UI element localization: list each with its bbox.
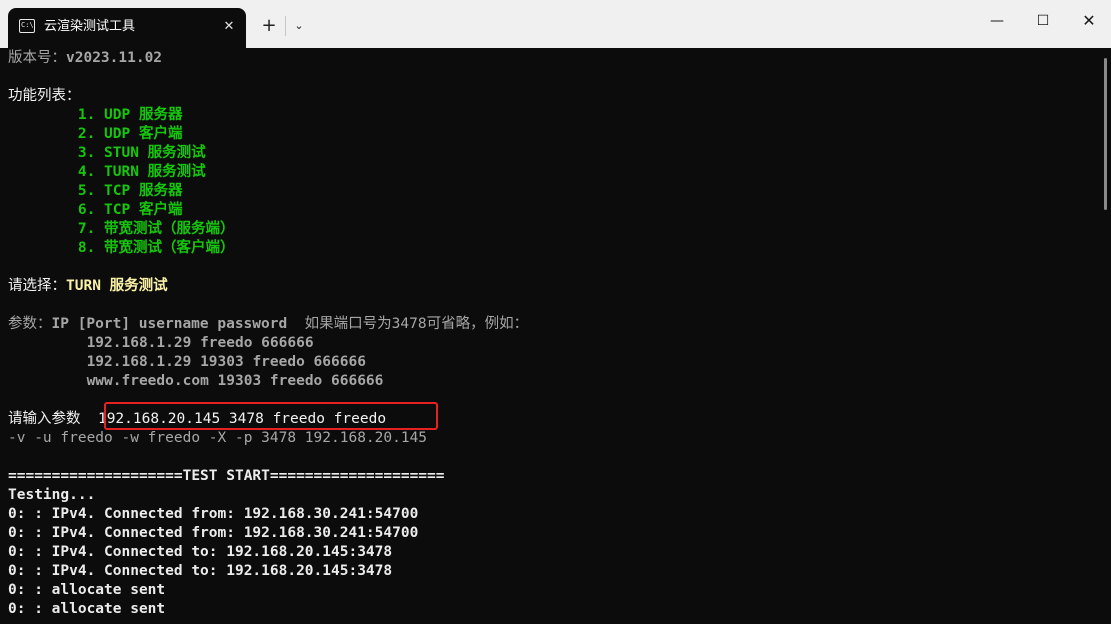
log-line: Testing... — [8, 487, 96, 503]
tab-divider — [285, 16, 286, 36]
test-separator: ====================TEST START==========… — [8, 468, 445, 484]
menu-item: 6. TCP 客户端 — [77, 202, 183, 218]
menu-item: 8. 带宽测试（客户端） — [77, 240, 235, 256]
terminal-window: C:\ 云渲染测试工具 ✕ + ⌄ — ☐ ✕ 版本号：v2023.11.02 … — [0, 0, 1111, 624]
terminal-icon: C:\ — [19, 19, 35, 33]
maximize-button[interactable]: ☐ — [1020, 0, 1066, 42]
log-line: 0: : IPv4. Connected from: 192.168.30.24… — [8, 525, 419, 541]
log-line: 0: : IPv4. Connected to: 192.168.20.145:… — [8, 563, 393, 579]
log-line: 0: : IPv4. Connected from: 192.168.30.24… — [8, 506, 419, 522]
command-echo: -v -u freedo -w freedo -X -p 3478 192.16… — [8, 430, 428, 446]
log-line: 0: : allocate sent — [8, 601, 166, 617]
close-tab-icon[interactable]: ✕ — [218, 16, 240, 38]
close-window-button[interactable]: ✕ — [1066, 0, 1111, 42]
menu-item: 2. UDP 客户端 — [77, 126, 183, 142]
menu-item: 5. TCP 服务器 — [77, 183, 183, 199]
version-line: 版本号：v2023.11.02 — [8, 50, 163, 66]
params-line: 参数：IP [Port] username password 如果端口号为347… — [8, 316, 529, 332]
menu-item: 3. STUN 服务测试 — [77, 145, 206, 161]
choice-value: TURN 服务测试 — [66, 278, 168, 294]
menu-item: 4. TURN 服务测试 — [77, 164, 206, 180]
log-line: 0: : allocate sent — [8, 582, 166, 598]
example-line: 192.168.1.29 freedo 666666 — [86, 335, 314, 351]
example-line: www.freedo.com 19303 freedo 666666 — [86, 373, 384, 389]
chevron-down-icon[interactable]: ⌄ — [290, 15, 308, 37]
choice-line: 请选择：TURN 服务测试 — [8, 278, 168, 294]
tab-active[interactable]: C:\ 云渲染测试工具 ✕ — [8, 8, 246, 48]
title-bar: C:\ 云渲染测试工具 ✕ + ⌄ — ☐ ✕ — [0, 0, 1111, 48]
feature-list-heading: 功能列表： — [8, 88, 81, 104]
example-line: 192.168.1.29 19303 freedo 666666 — [86, 354, 366, 370]
menu-item: 1. UDP 服务器 — [77, 107, 183, 123]
terminal-output[interactable]: 版本号：v2023.11.02 功能列表： 1. UDP 服务器 2. UDP … — [0, 48, 1100, 624]
input-highlight-box — [104, 402, 438, 430]
minimize-button[interactable]: — — [974, 0, 1020, 42]
log-line: 0: : IPv4. Connected to: 192.168.20.145:… — [8, 544, 393, 560]
tab-title: 云渲染测试工具 — [44, 19, 136, 34]
scrollbar-thumb[interactable] — [1104, 58, 1107, 210]
version-value: v2023.11.02 — [66, 50, 163, 66]
new-tab-button[interactable]: + — [258, 15, 280, 37]
menu-item: 7. 带宽测试（服务端） — [77, 221, 235, 237]
